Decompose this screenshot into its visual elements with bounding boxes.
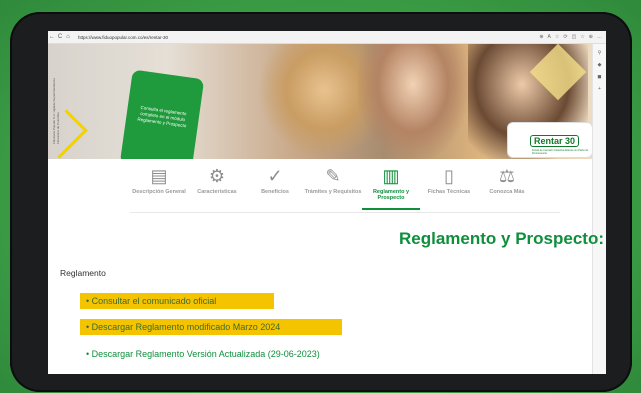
tab-label: Descripción General bbox=[132, 189, 186, 195]
link-reglamento-marzo-2024[interactable]: • Descargar Reglamento modificado Marzo … bbox=[80, 319, 342, 335]
tab-label: Conozca Más bbox=[489, 189, 525, 195]
address-bar[interactable]: https://www.fiduopopular.com.co/es/renta… bbox=[78, 35, 168, 40]
more-icon[interactable]: … bbox=[597, 34, 602, 40]
document-icon: ▤ bbox=[150, 166, 168, 186]
browser-toolbar: ← C ⌂ https://www.fiduopopular.com.co/es… bbox=[48, 31, 606, 44]
blank-document-icon: ▯ bbox=[444, 166, 454, 186]
tab-label: Características bbox=[197, 189, 237, 195]
favorites-icon[interactable]: ☆ bbox=[580, 34, 584, 40]
back-icon[interactable]: ← bbox=[48, 34, 56, 40]
tab-label: Trámites y Requisitos bbox=[304, 189, 362, 195]
extensions-icon[interactable]: ⊕ bbox=[589, 34, 593, 40]
section-heading: Reglamento bbox=[60, 268, 106, 278]
shopping-icon[interactable]: ◆ bbox=[593, 62, 606, 68]
page-title: Reglamento y Prospecto: bbox=[399, 229, 604, 248]
refresh-icon[interactable]: C bbox=[56, 34, 64, 40]
read-aloud-icon[interactable]: A bbox=[548, 34, 551, 40]
favorite-icon[interactable]: ☆ bbox=[555, 34, 559, 40]
scales-icon: ⚖ bbox=[498, 166, 516, 186]
link-comunicado-oficial[interactable]: • Consultar el comunicado oficial bbox=[80, 293, 274, 309]
sync-icon[interactable]: ⟳ bbox=[563, 34, 567, 40]
home-icon[interactable]: ⌂ bbox=[64, 34, 72, 40]
browser-sidebar: ⚲ ◆ ◼ + bbox=[592, 44, 606, 374]
search-icon[interactable]: ⚲ bbox=[593, 50, 606, 56]
link-reglamento-actualizado[interactable]: • Descargar Reglamento Versión Actualiza… bbox=[86, 349, 320, 359]
add-icon[interactable]: + bbox=[593, 86, 606, 92]
hero-card-text: Consulta el reglamento completo en el mó… bbox=[137, 104, 187, 129]
tab-caracteristicas[interactable]: ⚙ Características bbox=[188, 165, 246, 195]
tab-fichas-tecnicas[interactable]: ▯ Fichas Técnicas bbox=[420, 165, 478, 195]
zoom-icon[interactable]: ⊕ bbox=[539, 34, 543, 40]
product-badge: Rentar 30 Fondo de Inversión Colectiva A… bbox=[507, 122, 592, 158]
document-text-icon: ▥ bbox=[382, 166, 400, 186]
product-tabs: ▤ Descripción General ⚙ Características … bbox=[130, 165, 560, 213]
tab-beneficios[interactable]: ✓ Beneficios bbox=[246, 165, 304, 195]
tools-icon[interactable]: ◼ bbox=[593, 74, 606, 80]
tab-conozca-mas[interactable]: ⚖ Conozca Más bbox=[478, 165, 536, 195]
hero-banner: Fiduciaria Popular S.A. vigilada Superin… bbox=[48, 44, 592, 159]
tab-descripcion-general[interactable]: ▤ Descripción General bbox=[130, 165, 188, 195]
split-screen-icon[interactable]: ◫ bbox=[572, 34, 577, 40]
hero-card: Consulta el reglamento completo en el mó… bbox=[119, 69, 205, 159]
edit-document-icon: ✎ bbox=[325, 166, 341, 186]
tabs-divider bbox=[130, 212, 560, 213]
gears-icon: ⚙ bbox=[208, 166, 226, 186]
tab-tramites-requisitos[interactable]: ✎ Trámites y Requisitos bbox=[304, 165, 362, 195]
badge-title: Rentar 30 bbox=[530, 135, 580, 147]
tab-reglamento-prospecto[interactable]: ▥ Reglamento y Prospecto bbox=[362, 165, 420, 210]
check-circle-icon: ✓ bbox=[267, 166, 283, 186]
tab-label: Fichas Técnicas bbox=[427, 189, 471, 195]
legal-vertical-text: Fiduciaria Popular S.A. vigilada Superin… bbox=[52, 78, 60, 144]
toolbar-icons: ⊕ A ☆ ⟳ ◫ ☆ ⊕ … bbox=[539, 34, 606, 40]
person-image bbox=[358, 44, 468, 159]
badge-subtitle: Fondo de Inversión Colectiva Abierto con… bbox=[532, 149, 589, 155]
tab-label: Beneficios bbox=[261, 189, 289, 195]
tab-label: Reglamento y Prospecto bbox=[372, 189, 410, 201]
